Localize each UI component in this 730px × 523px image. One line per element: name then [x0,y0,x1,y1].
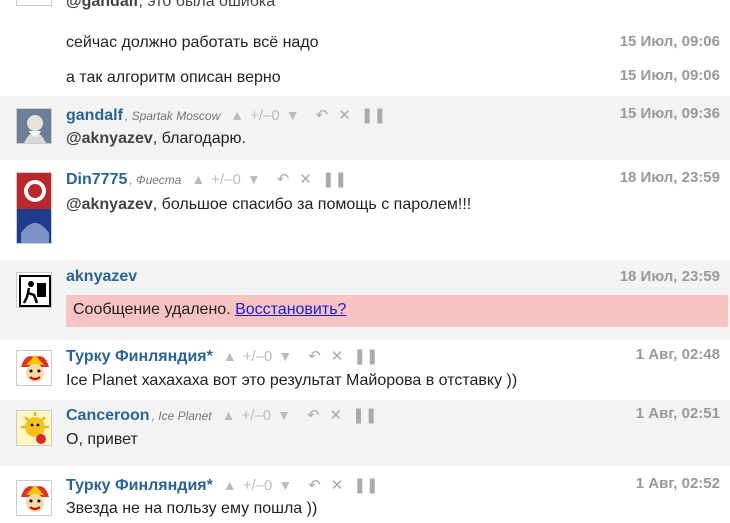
avatar[interactable] [16,272,52,308]
vote-down-icon[interactable]: ▼ [277,407,291,423]
message-controls: ▲ +/–0 ▼ ↶ ✕ ❚❚ [230,106,386,125]
pause-icon[interactable]: ❚❚ [353,347,378,365]
message-header: gandalf, Spartak Moscow ▲ +/–0 ▼ ↶ ✕ ❚❚ [66,106,386,125]
message-header: Турку Финляндия* ▲ +/–0 ▼ ↶ ✕ ❚❚ [66,476,379,495]
author-name[interactable]: Din7775 [66,171,127,189]
mention-link[interactable]: @aknyazev [66,196,153,213]
message-text: сейчас должно работать всё надо [66,34,319,51]
vote-up-icon[interactable]: ▲ [223,348,237,364]
restore-link[interactable]: Восстановить? [235,301,346,318]
vote-score: +/–0 [242,347,273,365]
avatar[interactable] [16,350,52,386]
message-controls: ▲ +/–0 ▼ ↶ ✕ ❚❚ [223,347,379,366]
mention-link[interactable]: @gandalf [66,0,139,10]
message-controls: ▲ +/–0 ▼ ↶ ✕ ❚❚ [222,406,378,425]
message-text: Звезда не на пользу ему пошла )) [66,500,318,517]
timestamp: 15 Июл, 09:36 [619,105,720,122]
message-continuation: сейчас должно работать всё надо 15 Июл, … [0,24,730,60]
vote-up-icon[interactable]: ▲ [191,171,205,187]
delete-icon[interactable]: ✕ [299,170,312,188]
message: Canceroon, Ice Planet ▲ +/–0 ▼ ↶ ✕ ❚❚ 1 … [0,400,730,466]
timestamp: 1 Авг, 02:48 [635,346,720,363]
vote-score: +/–0 [211,170,241,188]
message: Турку Финляндия* ▲ +/–0 ▼ ↶ ✕ ❚❚ 1 Авг, … [0,466,730,523]
message-deleted: aknyazev 18 Июл, 23:59 Сообщение удалено… [0,260,730,340]
vote-down-icon[interactable]: ▼ [278,348,292,364]
vote-down-icon[interactable]: ▼ [286,107,300,123]
avatar[interactable] [16,410,52,446]
delete-icon[interactable]: ✕ [331,347,344,365]
message: gandalf, Spartak Moscow ▲ +/–0 ▼ ↶ ✕ ❚❚ … [0,96,730,160]
message-controls: ▲ +/–0 ▼ ↶ ✕ ❚❚ [191,170,347,189]
message-text: О, привет [66,431,138,448]
message: Din7775, Фиеста ▲ +/–0 ▼ ↶ ✕ ❚❚ 18 Июл, … [0,160,730,260]
author-name[interactable]: Турку Финляндия* [66,348,213,366]
vote-up-icon[interactable]: ▲ [222,407,236,423]
vote-down-icon[interactable]: ▼ [278,477,292,493]
delete-icon[interactable]: ✕ [331,476,344,494]
message-header: aknyazev [66,268,137,286]
vote-score: +/–0 [250,106,280,124]
avatar[interactable] [16,172,52,244]
message-text: Ice Planet хахахаха вот это результат Ма… [66,372,518,389]
timestamp: 15 Июл, 09:06 [619,67,720,84]
avatar[interactable] [16,480,52,516]
message-header: Din7775, Фиеста ▲ +/–0 ▼ ↶ ✕ ❚❚ [66,170,347,189]
team-label: , Фиеста [129,173,182,187]
message-text: @gandalf, это была ошибка [66,0,275,11]
delete-icon[interactable]: ✕ [330,406,343,424]
reply-icon[interactable]: ↶ [277,170,290,188]
pause-icon[interactable]: ❚❚ [352,406,377,424]
author-name[interactable]: Canceroon [66,407,150,425]
message-header: Турку Финляндия* ▲ +/–0 ▼ ↶ ✕ ❚❚ [66,347,379,366]
timestamp: 18 Июл, 23:59 [619,268,720,285]
team-label: , Spartak Moscow [124,109,221,123]
timestamp: 15 Июл, 09:06 [619,33,720,50]
timestamp: 1 Авг, 02:52 [635,475,720,492]
team-label: , Ice Planet [151,409,212,423]
avatar [16,0,52,6]
message-cut: @gandalf, это была ошибка [0,0,730,24]
message-controls: ▲ +/–0 ▼ ↶ ✕ ❚❚ [223,476,379,495]
deleted-notice: Сообщение удалено. Восстановить? [66,295,728,327]
reply-icon[interactable]: ↶ [308,476,321,494]
message-continuation: а так алгоритм описан верно 15 Июл, 09:0… [0,60,730,96]
author-name[interactable]: gandalf [66,107,123,125]
mention-link[interactable]: @aknyazev [66,130,153,147]
message: Турку Финляндия* ▲ +/–0 ▼ ↶ ✕ ❚❚ 1 Авг, … [0,340,730,400]
author-name[interactable]: aknyazev [66,268,137,286]
reply-icon[interactable]: ↶ [316,106,329,124]
timestamp: 1 Авг, 02:51 [635,405,720,422]
vote-up-icon[interactable]: ▲ [230,107,244,123]
pause-icon[interactable]: ❚❚ [322,170,347,188]
delete-icon[interactable]: ✕ [338,106,351,124]
pause-icon[interactable]: ❚❚ [361,106,386,124]
vote-score: +/–0 [242,476,273,494]
message-text: а так алгоритм описан верно [66,69,281,86]
vote-up-icon[interactable]: ▲ [223,477,237,493]
timestamp: 18 Июл, 23:59 [619,169,720,186]
vote-score: +/–0 [241,406,272,424]
message-header: Canceroon, Ice Planet ▲ +/–0 ▼ ↶ ✕ ❚❚ [66,406,377,425]
avatar[interactable] [16,108,52,144]
message-text: @aknyazev, большое спасибо за помощь с п… [66,196,472,213]
reply-icon[interactable]: ↶ [308,347,321,365]
author-name[interactable]: Турку Финляндия* [66,477,213,495]
vote-down-icon[interactable]: ▼ [247,171,261,187]
message-text: @aknyazev, благодарю. [66,130,246,147]
pause-icon[interactable]: ❚❚ [353,476,378,494]
reply-icon[interactable]: ↶ [307,406,320,424]
